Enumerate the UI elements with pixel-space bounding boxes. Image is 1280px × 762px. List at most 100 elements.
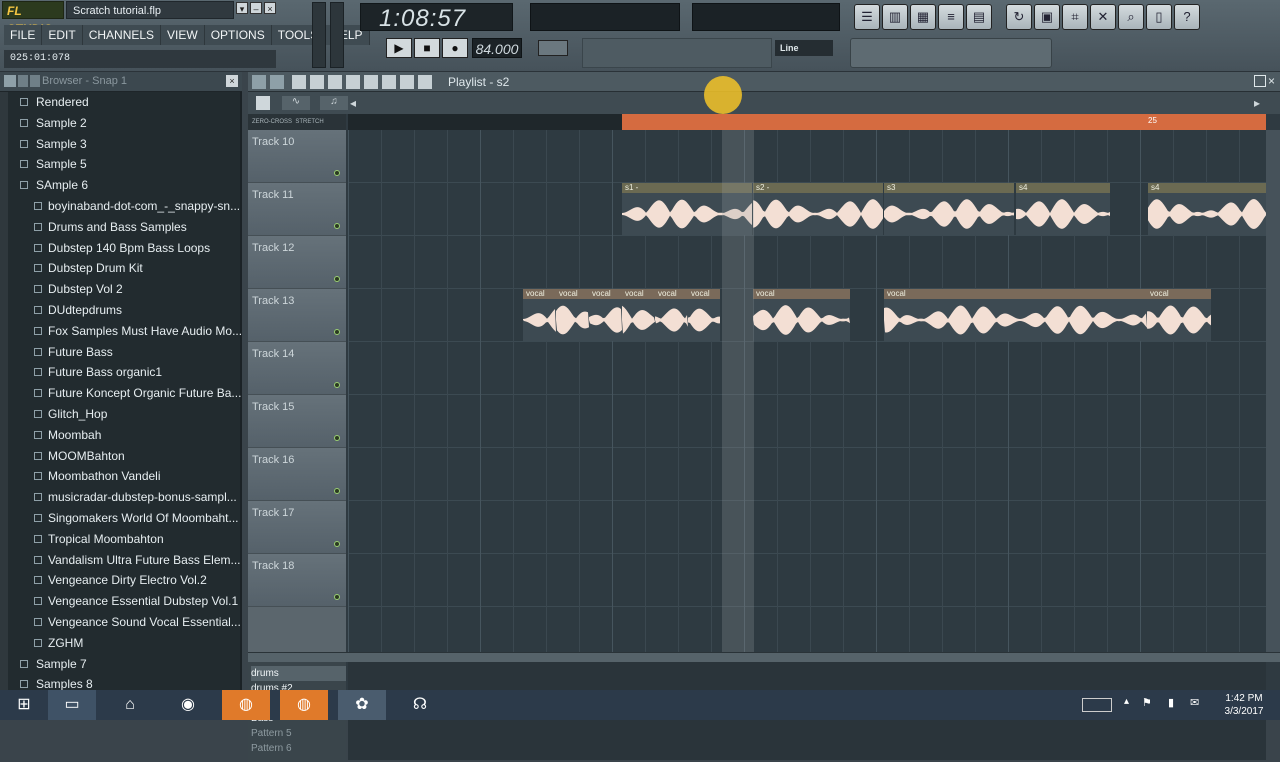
browser-item[interactable]: Vengeance Sound Vocal Essential...: [0, 612, 242, 632]
track-enable-led[interactable]: [334, 488, 340, 494]
automation-icon[interactable]: ∿: [282, 96, 310, 110]
browser-item[interactable]: Fox Samples Must Have Audio Mo...: [0, 321, 242, 341]
horizontal-scrollbar[interactable]: [248, 652, 1280, 662]
audio-clip[interactable]: vocal: [655, 289, 688, 341]
track-row[interactable]: [348, 554, 1266, 607]
system-clock[interactable]: 1:42 PM 3/3/2017: [1214, 692, 1274, 718]
browser-item[interactable]: Sample 2: [0, 113, 242, 133]
pattern-selector[interactable]: [538, 40, 568, 56]
zero-cross-toggle[interactable]: ZERO-CROSS: [252, 119, 292, 125]
browser-item[interactable]: Moombathon Vandeli: [0, 466, 242, 486]
browser-back-icon[interactable]: [18, 75, 28, 87]
track-enable-led[interactable]: [334, 435, 340, 441]
browser-item[interactable]: Sample 3: [0, 134, 242, 154]
window-menu-button[interactable]: ▾: [236, 2, 248, 14]
browser-item[interactable]: Future Bass organic1: [0, 362, 242, 382]
track-row[interactable]: [348, 448, 1266, 501]
audio-clip[interactable]: s3: [884, 183, 1014, 235]
browser-item[interactable]: Dubstep 140 Bpm Bass Loops: [0, 238, 242, 258]
mixer-tool-icon[interactable]: ≡: [938, 4, 964, 30]
refresh-icon[interactable]: ↻: [1006, 4, 1032, 30]
hp-icon[interactable]: ◉: [164, 690, 212, 720]
delete-tool-icon[interactable]: [328, 75, 342, 89]
browser-item[interactable]: Samples 8: [0, 674, 242, 690]
play-button[interactable]: ▶: [386, 38, 412, 58]
audio-clip[interactable]: vocal: [589, 289, 622, 341]
app-icon-orange-2[interactable]: ◍: [280, 690, 328, 720]
browser-item[interactable]: SAmple 6: [0, 175, 242, 195]
file-explorer-icon[interactable]: ▭: [48, 690, 96, 720]
vertical-scrollbar[interactable]: [1266, 130, 1280, 662]
audio-clip[interactable]: vocal: [753, 289, 850, 341]
audio-clip[interactable]: s2 -: [753, 183, 883, 235]
track-header[interactable]: Track 12: [248, 236, 346, 289]
stop-button[interactable]: ■: [414, 38, 440, 58]
record-button[interactable]: ●: [442, 38, 468, 58]
pattern-item[interactable]: Pattern 6: [251, 741, 346, 756]
master-volume-slider[interactable]: [312, 2, 326, 68]
magnet-icon[interactable]: [270, 75, 284, 89]
track-header[interactable]: Track 10: [248, 130, 346, 183]
snap-selector[interactable]: Line: [775, 40, 833, 56]
track-header[interactable]: Track 18: [248, 554, 346, 607]
playlist-close-icon[interactable]: ×: [1268, 74, 1280, 88]
audio-icon[interactable]: ♫: [320, 96, 348, 110]
track-row[interactable]: [348, 395, 1266, 448]
speaker-tool-icon[interactable]: [418, 75, 432, 89]
piano-roll-tool-icon[interactable]: ▥: [882, 4, 908, 30]
slice-tool-icon[interactable]: [364, 75, 378, 89]
app-icon-orange[interactable]: ◍: [222, 690, 270, 720]
stretch-toggle[interactable]: STRETCH: [295, 119, 323, 125]
document-icon[interactable]: ▯: [1146, 4, 1172, 30]
close-button[interactable]: ×: [264, 2, 276, 14]
browser-item[interactable]: Glitch_Hop: [0, 404, 242, 424]
home-icon[interactable]: ⌂: [106, 690, 154, 720]
browser-item[interactable]: musicradar-dubstep-bonus-sampl...: [0, 487, 242, 507]
track-header[interactable]: Track 13: [248, 289, 346, 342]
browser-item[interactable]: Future Koncept Organic Future Ba...: [0, 383, 242, 403]
track-enable-led[interactable]: [334, 170, 340, 176]
browser-menu-icon[interactable]: [4, 75, 16, 87]
browser-scrollbar[interactable]: [0, 92, 8, 690]
flag-icon[interactable]: ⚑: [1142, 696, 1152, 709]
keyboard-icon[interactable]: [1082, 698, 1112, 712]
track-row[interactable]: [348, 342, 1266, 395]
browser-item[interactable]: Vengeance Essential Dubstep Vol.1: [0, 591, 242, 611]
timeline-played-region[interactable]: 25: [622, 114, 1266, 130]
browser-item[interactable]: MOOMBahton: [0, 446, 242, 466]
audio-clip[interactable]: vocal: [523, 289, 556, 341]
track-header[interactable]: Track 15: [248, 395, 346, 448]
wrench-icon[interactable]: ✕: [1090, 4, 1116, 30]
browser-item[interactable]: Future Bass: [0, 342, 242, 362]
track-enable-led[interactable]: [334, 276, 340, 282]
save-icon[interactable]: ▣: [1034, 4, 1060, 30]
scroll-left-icon[interactable]: ◂: [350, 96, 364, 110]
browser-item[interactable]: Dubstep Vol 2: [0, 279, 242, 299]
audio-clip[interactable]: vocal: [556, 289, 589, 341]
browser-item[interactable]: Rendered: [0, 92, 242, 112]
paint-tool-icon[interactable]: [310, 75, 324, 89]
track-enable-led[interactable]: [334, 223, 340, 229]
help-icon[interactable]: ?: [1174, 4, 1200, 30]
track-enable-led[interactable]: [334, 594, 340, 600]
track-row[interactable]: [348, 501, 1266, 554]
playlist-tool-icon[interactable]: ☰: [854, 4, 880, 30]
browser-item[interactable]: Vandalism Ultra Future Bass Elem...: [0, 550, 242, 570]
browser-item[interactable]: Sample 5: [0, 154, 242, 174]
master-pitch-slider[interactable]: [330, 2, 344, 68]
menu-file[interactable]: FILE: [4, 25, 43, 45]
zoom-tool-icon[interactable]: [400, 75, 414, 89]
headphones-icon[interactable]: ☊: [396, 690, 444, 720]
battery-icon[interactable]: ▮: [1168, 696, 1174, 709]
menu-edit[interactable]: EDIT: [42, 25, 83, 45]
browser-item[interactable]: Drums and Bass Samples: [0, 217, 242, 237]
browser-item[interactable]: ZGHM: [0, 633, 242, 653]
channel-rack-tool-icon[interactable]: ▦: [910, 4, 936, 30]
network-icon[interactable]: ✉: [1190, 696, 1199, 709]
audio-clip[interactable]: vocal: [688, 289, 720, 341]
track-enable-led[interactable]: [334, 382, 340, 388]
plugin-icon[interactable]: ⌗: [1062, 4, 1088, 30]
audio-clip[interactable]: vocal: [622, 289, 655, 341]
pattern-item[interactable]: drums: [251, 666, 346, 681]
track-header[interactable]: Track 14: [248, 342, 346, 395]
